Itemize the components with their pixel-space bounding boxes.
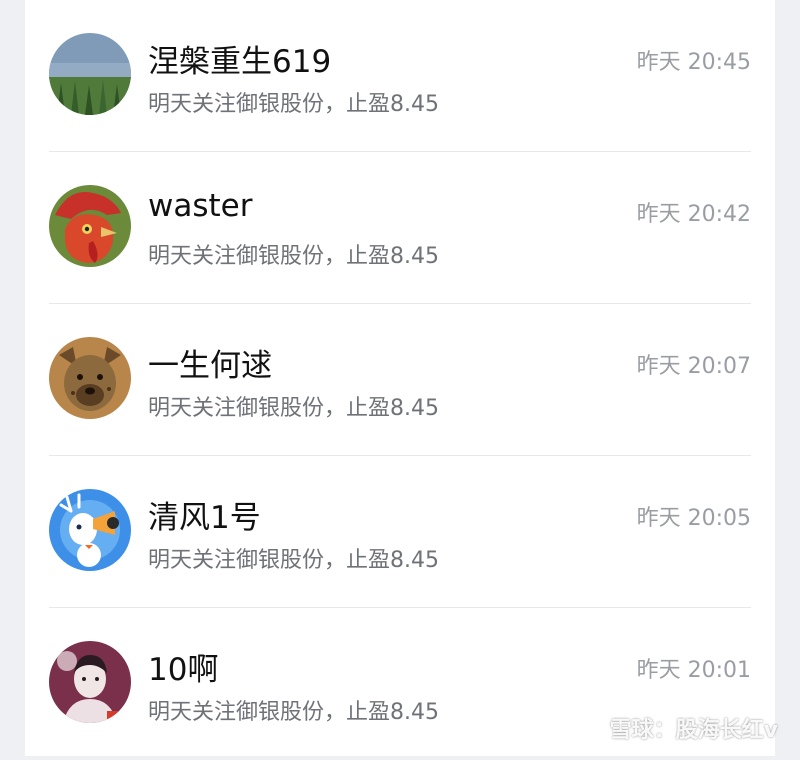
- message-time: 昨天 20:42: [637, 196, 751, 228]
- message-time: 昨天 20:45: [637, 44, 751, 76]
- message-row[interactable]: 涅槃重生619 明天关注御银股份，止盈8.45 昨天 20:45: [25, 0, 775, 152]
- message-preview: 明天关注御银股份，止盈8.45: [148, 238, 439, 270]
- message-time: 昨天 20:01: [637, 652, 751, 684]
- person-photo-avatar[interactable]: [49, 641, 131, 723]
- message-preview: 明天关注御银股份，止盈8.45: [148, 86, 439, 118]
- cartoon-deer-avatar[interactable]: [49, 489, 131, 571]
- message-preview: 明天关注御银股份，止盈8.45: [148, 542, 439, 574]
- message-row[interactable]: 清风1号 明天关注御银股份，止盈8.45 昨天 20:05: [25, 456, 775, 608]
- landscape-field-avatar[interactable]: [49, 33, 131, 115]
- message-preview: 明天关注御银股份，止盈8.45: [148, 694, 439, 726]
- rooster-avatar[interactable]: [49, 185, 131, 267]
- message-row[interactable]: 一生何逑 明天关注御银股份，止盈8.45 昨天 20:07: [25, 304, 775, 456]
- contact-name: 10啊: [148, 644, 218, 689]
- message-list: 涅槃重生619 明天关注御银股份，止盈8.45 昨天 20:45 waster …: [25, 0, 775, 756]
- message-preview: 明天关注御银股份，止盈8.45: [148, 390, 439, 422]
- contact-name: 一生何逑: [148, 340, 272, 385]
- message-time: 昨天 20:07: [637, 348, 751, 380]
- contact-name: 涅槃重生619: [148, 36, 331, 81]
- hyena-avatar[interactable]: [49, 337, 131, 419]
- contact-name: 清风1号: [148, 492, 261, 537]
- contact-name: waster: [148, 188, 252, 224]
- watermark: 雪球：股海长红v: [610, 712, 778, 744]
- message-time: 昨天 20:05: [637, 500, 751, 532]
- message-row[interactable]: waster 明天关注御银股份，止盈8.45 昨天 20:42: [25, 152, 775, 304]
